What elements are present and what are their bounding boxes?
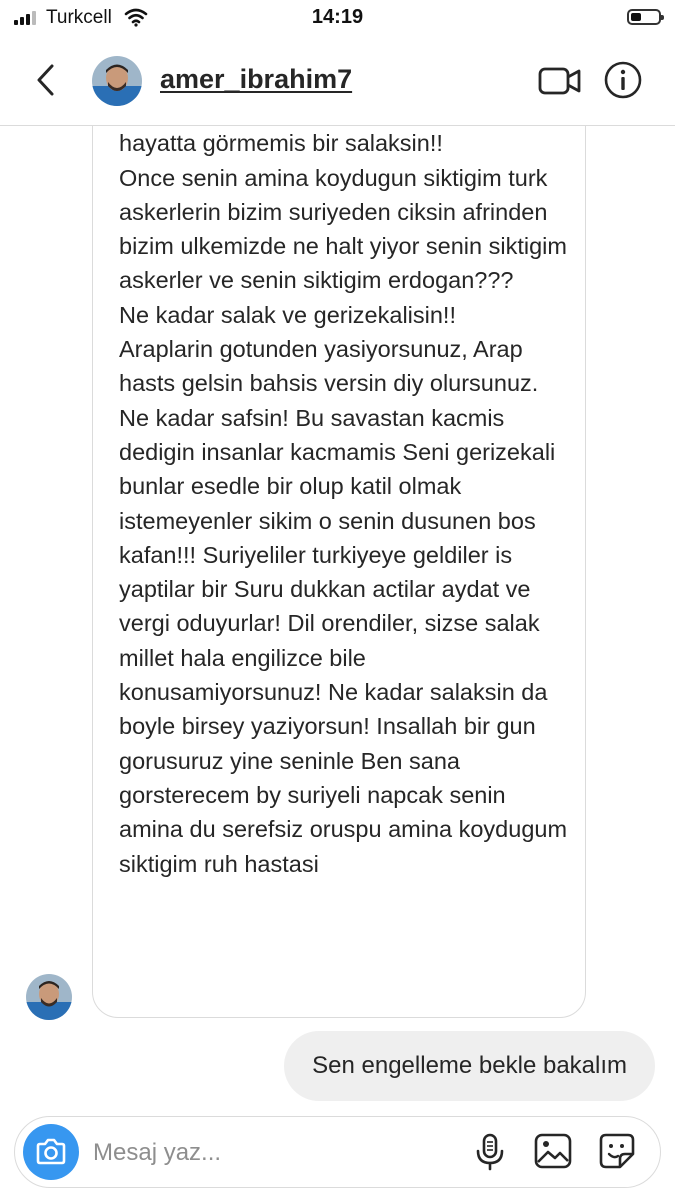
- camera-button[interactable]: [23, 1124, 79, 1180]
- outgoing-message-bubble[interactable]: Sen engelleme bekle bakalım: [284, 1031, 655, 1101]
- back-icon[interactable]: [28, 60, 64, 100]
- battery-icon: [627, 9, 664, 25]
- avatar[interactable]: [92, 56, 142, 106]
- incoming-message-bubble[interactable]: Cok belli hic ogrenmemis okula hayatta g…: [92, 96, 586, 1018]
- message-composer: [14, 1116, 661, 1188]
- sticker-icon[interactable]: [597, 1131, 637, 1171]
- status-bar: Turkcell 14:19: [0, 0, 675, 36]
- video-call-icon[interactable]: [538, 64, 582, 98]
- incoming-message-text: Cok belli hic ogrenmemis okula hayatta g…: [119, 97, 568, 877]
- message-input[interactable]: [91, 1131, 395, 1175]
- gallery-icon[interactable]: [533, 1131, 573, 1171]
- status-time: 14:19: [311, 6, 364, 28]
- chat-header: amer_ibrahim7: [0, 36, 675, 126]
- info-icon[interactable]: [603, 60, 643, 100]
- camera-icon: [36, 1138, 66, 1165]
- sender-avatar[interactable]: [26, 974, 72, 1020]
- username-link[interactable]: amer_ibrahim7: [160, 64, 352, 95]
- microphone-icon[interactable]: [473, 1132, 507, 1172]
